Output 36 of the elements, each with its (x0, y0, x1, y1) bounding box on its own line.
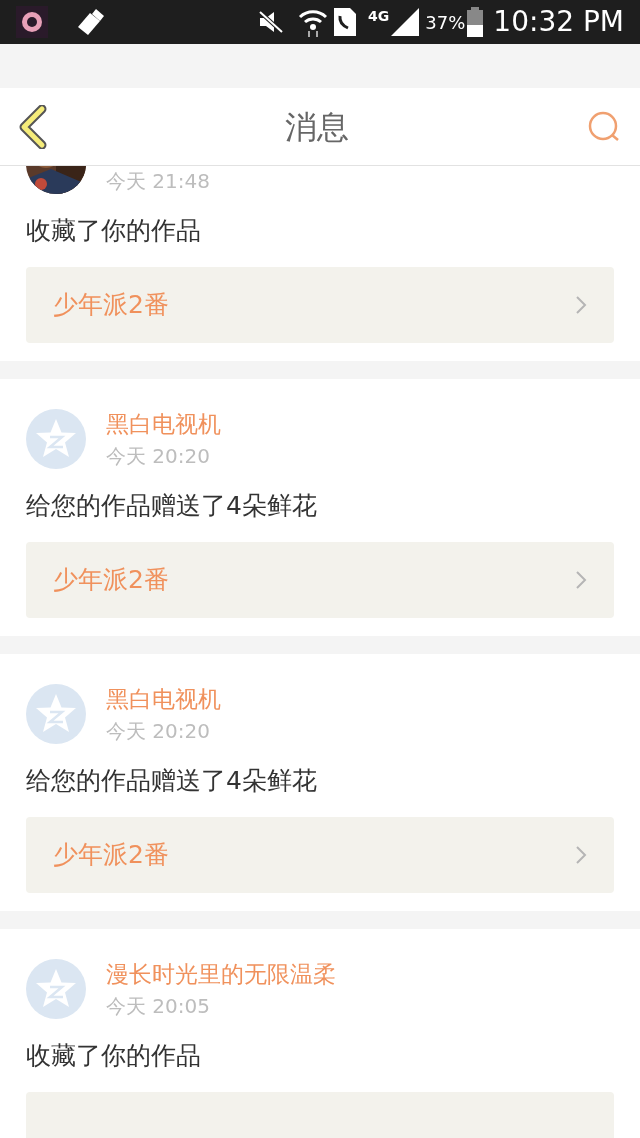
message-text: 给您的作品赠送了4朵鲜花 (26, 765, 318, 797)
timestamp: 今天 20:20 (106, 443, 211, 470)
work-row[interactable]: 少年派2番 (26, 817, 614, 893)
message-text: 给您的作品赠送了4朵鲜花 (26, 490, 318, 522)
clock: 10:32 PM (493, 4, 624, 40)
message-text: 收藏了你的作品 (26, 1040, 202, 1072)
battery-percent: 37% (425, 10, 466, 35)
back-icon (18, 104, 48, 149)
work-row[interactable]: 少年派2番 (26, 267, 614, 343)
chevron-right-icon (575, 570, 587, 590)
back-button[interactable] (18, 104, 48, 149)
work-title: 少年派2番 (53, 564, 169, 597)
sim-card-icon (334, 8, 357, 36)
work-title: 少年派2番 (53, 289, 169, 322)
work-row[interactable]: 少年派2番 (26, 542, 614, 618)
timestamp: 今天 20:05 (106, 993, 211, 1020)
mute-icon (258, 10, 285, 34)
speech-bubble-icon (587, 109, 621, 144)
signal-icon (391, 8, 420, 36)
avatar-icon (26, 959, 86, 1019)
wifi-icon (298, 7, 329, 37)
chevron-right-icon (575, 845, 587, 865)
username[interactable]: 黑白电视机 (106, 682, 221, 716)
battery-icon (467, 7, 484, 37)
avatar-icon (26, 409, 86, 469)
chevron-right-icon (575, 295, 587, 315)
app-icon (16, 6, 48, 38)
message-text: 收藏了你的作品 (26, 215, 202, 247)
network-type: 4G (368, 7, 390, 26)
timestamp: 今天 20:20 (106, 718, 211, 745)
timestamp: 今天 21:48 (106, 168, 210, 195)
work-title: 少年派2番 (53, 839, 169, 872)
avatar-icon (26, 684, 86, 744)
username[interactable]: 黑白电视机 (106, 407, 221, 441)
page-title: 消息 (285, 106, 349, 148)
username[interactable]: 漫长时光里的无限温柔 (106, 957, 336, 991)
